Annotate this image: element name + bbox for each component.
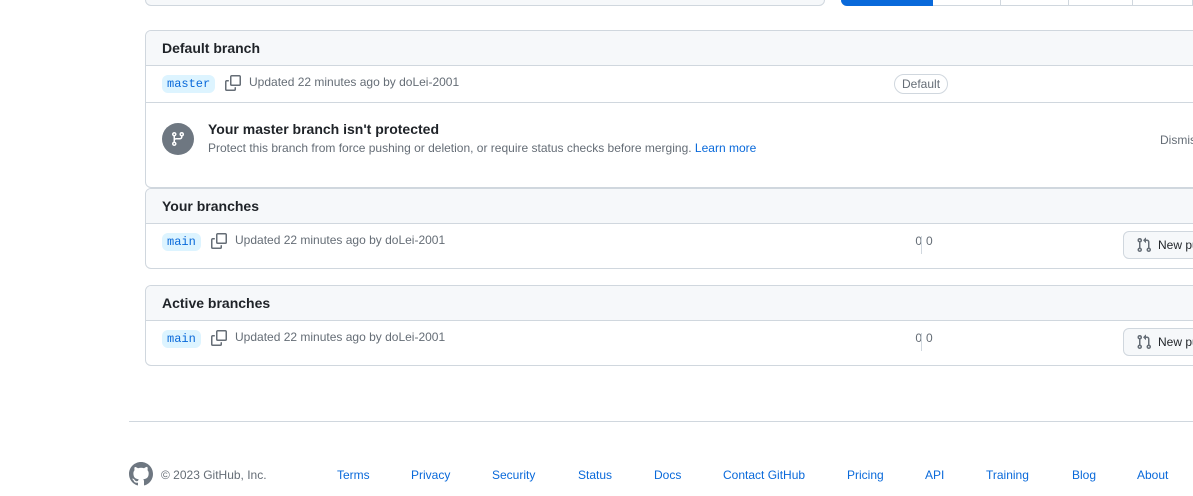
footer-link-status[interactable]: Status <box>578 468 612 482</box>
footer-link-contact[interactable]: Contact GitHub <box>723 468 805 482</box>
updated-text: Updated 22 minutes ago by doLei-2001 <box>235 330 446 344</box>
footer-copyright: © 2023 GitHub, Inc. <box>161 468 267 482</box>
new-pull-request-label: New pull request <box>1158 335 1193 349</box>
your-branches-box: Your branches main Updated 22 minutes ag… <box>145 188 1193 269</box>
new-pull-request-label: New pull request <box>1158 238 1193 252</box>
protection-description-text: Protect this branch from force pushing o… <box>208 141 692 155</box>
footer-link-api[interactable]: API <box>925 468 944 482</box>
learn-more-link[interactable]: Learn more <box>695 141 756 155</box>
footer-link-pricing[interactable]: Pricing <box>847 468 884 482</box>
footer-link-docs[interactable]: Docs <box>654 468 681 482</box>
your-branches-header: Your branches <box>146 189 1193 224</box>
branch-row: main Updated 22 minutes ago by doLei-200… <box>146 224 1193 268</box>
default-branch-header: Default branch <box>146 31 1193 66</box>
footer-link-privacy[interactable]: Privacy <box>411 468 450 482</box>
git-pull-request-icon <box>1137 334 1152 350</box>
footer-link-training[interactable]: Training <box>986 468 1029 482</box>
default-badge: Default <box>894 74 949 94</box>
default-branch-row: master Updated 22 minutes ago by doLei-2… <box>146 66 1193 103</box>
dismiss-button[interactable]: Dismiss <box>1160 133 1193 147</box>
default-branch-title: Default branch <box>162 40 261 56</box>
github-logo-icon[interactable] <box>129 462 153 486</box>
ahead-count: 0 <box>926 331 933 345</box>
your-branches-title: Your branches <box>162 198 259 214</box>
footer: © 2023 GitHub, Inc. Terms Privacy Securi… <box>129 462 1193 488</box>
tab-stale[interactable] <box>1069 0 1133 6</box>
git-pull-request-icon <box>1137 237 1152 253</box>
tab-yours[interactable] <box>933 0 1001 6</box>
ahead-behind-divider <box>921 333 922 351</box>
branch-filter-tabs <box>841 0 1193 6</box>
ahead-behind-count: 0 0 <box>910 231 938 254</box>
ahead-behind-count: 0 0 <box>910 328 938 351</box>
tab-all[interactable] <box>1133 0 1193 6</box>
tab-overview[interactable] <box>841 0 933 6</box>
branch-row: main Updated 22 minutes ago by doLei-200… <box>146 321 1193 365</box>
branch-name-link[interactable]: main <box>162 330 201 348</box>
protection-description: Protect this branch from force pushing o… <box>208 141 756 155</box>
copy-icon[interactable] <box>211 233 227 249</box>
branch-name-link[interactable]: main <box>162 233 201 251</box>
footer-link-security[interactable]: Security <box>492 468 535 482</box>
active-branches-box: Active branches main Updated 22 minutes … <box>145 285 1193 366</box>
copy-icon[interactable] <box>211 330 227 346</box>
copy-icon[interactable] <box>225 75 241 91</box>
footer-divider <box>129 421 1193 422</box>
new-pull-request-button[interactable]: New pull request <box>1123 328 1193 356</box>
active-branches-header: Active branches <box>146 286 1193 321</box>
updated-text: Updated 22 minutes ago by doLei-2001 <box>249 75 460 89</box>
ahead-count: 0 <box>926 234 933 248</box>
branch-name-link[interactable]: master <box>162 75 216 93</box>
footer-link-about[interactable]: About <box>1137 468 1168 482</box>
tab-active[interactable] <box>1001 0 1069 6</box>
git-branch-icon <box>162 123 194 155</box>
footer-link-blog[interactable]: Blog <box>1072 468 1096 482</box>
ahead-behind-divider <box>921 236 922 254</box>
protection-title: Your master branch isn't protected <box>208 121 440 137</box>
branch-protection-notice: Your master branch isn't protected Prote… <box>146 103 1193 187</box>
default-branch-box: Default branch master Updated 22 minutes… <box>145 30 1193 188</box>
footer-link-terms[interactable]: Terms <box>337 468 370 482</box>
branch-search-input[interactable] <box>145 0 825 6</box>
new-pull-request-button[interactable]: New pull request <box>1123 231 1193 259</box>
active-branches-title: Active branches <box>162 295 271 311</box>
updated-text: Updated 22 minutes ago by doLei-2001 <box>235 233 446 247</box>
